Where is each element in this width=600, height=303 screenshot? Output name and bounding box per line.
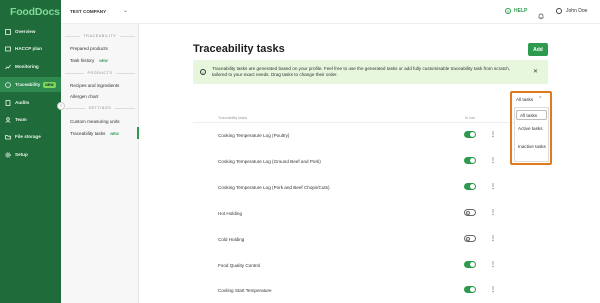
column-header-name: Traceability tasks: [218, 116, 248, 120]
section-heading-settings: SETTINGS: [61, 106, 139, 110]
task-name: Cooling Start Temperature: [218, 288, 272, 293]
monitoring-icon: [5, 64, 11, 70]
more-options-icon[interactable]: ⋮: [490, 209, 496, 216]
gear-icon: [5, 151, 11, 158]
more-options-icon[interactable]: ⋮: [490, 261, 496, 268]
more-options-icon[interactable]: ⋮: [490, 235, 496, 242]
nav-item-team[interactable]: Team: [0, 112, 61, 127]
sub-navigation: TRACEABILITY Prepared products Task hist…: [61, 0, 139, 303]
chevron-down-icon[interactable]: ⌄: [123, 7, 128, 14]
top-bar: TEST COMPANY ⌄ ? HELP John Doe: [61, 0, 600, 24]
more-options-icon[interactable]: ⋮: [490, 183, 496, 190]
subnav-label: Custom measuring units: [70, 119, 120, 124]
info-icon: i: [200, 69, 206, 75]
file-storage-icon: [5, 134, 11, 140]
task-name: Cold Holding: [218, 237, 245, 242]
help-icon: ?: [505, 8, 511, 14]
in-use-toggle[interactable]: [464, 183, 476, 190]
task-name: Cooking Temperature Log (Ground Beef and…: [218, 159, 321, 164]
more-options-icon[interactable]: ⋮: [490, 131, 496, 138]
user-menu[interactable]: John Doe: [556, 8, 587, 14]
in-use-toggle[interactable]: [464, 286, 476, 293]
user-name: John Doe: [566, 8, 588, 14]
nav-label: Traceability: [15, 82, 41, 87]
haccp-icon: [5, 46, 11, 52]
filter-selected-value: All tasks: [516, 96, 534, 102]
nav-item-audits[interactable]: Audits: [0, 95, 61, 110]
nav-label: Overview: [15, 29, 36, 34]
task-name: Food Quality Control: [218, 263, 261, 268]
in-use-toggle[interactable]: [464, 261, 476, 268]
task-filter-select[interactable]: All tasks ⌃: [516, 96, 542, 102]
in-use-toggle[interactable]: [464, 235, 476, 242]
logo: FoodDocs: [10, 6, 60, 18]
filter-option-inactive[interactable]: Inactive tasks: [518, 144, 546, 150]
task-name: Hot Holding: [218, 211, 243, 216]
subnav-item-prepared-products[interactable]: Prepared products: [70, 46, 108, 51]
new-badge: NEW: [99, 58, 108, 63]
nav-label: Setup: [15, 152, 28, 157]
subnav-label: Recipes and ingredients: [70, 83, 120, 88]
section-heading-products: PRODUCTS: [61, 71, 139, 75]
nav-item-traceability[interactable]: Traceability NEW: [0, 77, 61, 92]
nav-label: HACCP plan: [15, 46, 42, 51]
main-sidebar: FoodDocs Overview HACCP plan Monitoring …: [0, 0, 61, 303]
subnav-item-measuring-units[interactable]: Custom measuring units: [70, 119, 120, 124]
filter-dropdown-menu: All tasks Active tasks Inactive tasks: [514, 107, 549, 162]
subnav-item-recipes[interactable]: Recipes and ingredients: [70, 83, 119, 88]
subnav-label: Allergen chart: [70, 94, 99, 99]
nav-label: Team: [15, 117, 27, 122]
page-title: Traceability tasks: [193, 43, 285, 55]
table-row[interactable]: Cooking Temperature Log (Ground Beef and…: [193, 157, 503, 169]
new-badge: NEW: [43, 81, 56, 88]
nav-item-file-storage[interactable]: File storage: [0, 129, 61, 144]
table-row[interactable]: Hot Holding ⋮: [193, 209, 503, 221]
in-use-toggle[interactable]: [464, 131, 476, 138]
help-label: HELP: [514, 8, 528, 14]
table-row[interactable]: Cooking Temperature Log (Poultry) ⋮: [193, 131, 503, 143]
add-button[interactable]: Add: [528, 43, 548, 56]
help-button[interactable]: ? HELP: [505, 8, 527, 14]
banner-text: Traceability tasks are generated based o…: [212, 66, 511, 77]
task-name: Cooking Temperature Log (Pork and Beef C…: [218, 185, 330, 190]
info-banner: i Traceability tasks are generated based…: [193, 60, 548, 84]
filter-option-all[interactable]: All tasks: [516, 110, 547, 120]
collapse-sidebar-button[interactable]: ‹: [57, 102, 65, 110]
nav-item-monitoring[interactable]: Monitoring: [0, 59, 61, 74]
chevron-left-icon: ‹: [60, 103, 62, 109]
subnav-label: Prepared products: [70, 46, 108, 51]
nav-item-haccp-plan[interactable]: HACCP plan: [0, 41, 61, 56]
section-heading-traceability: TRACEABILITY: [61, 34, 139, 38]
column-header-in-use: In use: [465, 116, 476, 120]
audits-icon: [5, 99, 11, 106]
chevron-up-icon: ⌃: [538, 96, 543, 102]
team-icon: [5, 116, 11, 123]
user-icon: [556, 8, 562, 14]
more-options-icon[interactable]: ⋮: [490, 286, 496, 293]
table-row[interactable]: Cold Holding ⋮: [193, 235, 503, 247]
traceability-icon: [5, 81, 11, 88]
nav-label: Audits: [15, 100, 30, 105]
bell-icon[interactable]: [538, 7, 544, 20]
nav-label: Monitoring: [15, 64, 39, 69]
subnav-active-indicator: [61, 127, 139, 139]
close-icon[interactable]: ✕: [533, 68, 538, 75]
task-name: Cooking Temperature Log (Poultry): [218, 133, 290, 138]
divider: [193, 122, 543, 123]
in-use-toggle[interactable]: [464, 209, 476, 216]
company-selector[interactable]: TEST COMPANY: [70, 9, 106, 14]
nav-label: File storage: [15, 134, 41, 139]
nav-item-overview[interactable]: Overview: [0, 24, 61, 39]
subnav-item-allergen-chart[interactable]: Allergen chart: [70, 94, 98, 99]
subnav-item-task-history[interactable]: Task history NEW: [70, 58, 108, 63]
subnav-label: Task history: [70, 58, 95, 63]
in-use-toggle[interactable]: [464, 157, 476, 164]
overview-icon: [5, 28, 11, 35]
table-row[interactable]: Cooling Start Temperature ⋮: [193, 286, 503, 298]
more-options-icon[interactable]: ⋮: [490, 157, 496, 164]
filter-option-active[interactable]: Active tasks: [518, 126, 546, 132]
table-row[interactable]: Food Quality Control ⋮: [193, 261, 503, 273]
nav-item-setup[interactable]: Setup: [0, 147, 61, 162]
table-row[interactable]: Cooking Temperature Log (Pork and Beef C…: [193, 183, 503, 195]
